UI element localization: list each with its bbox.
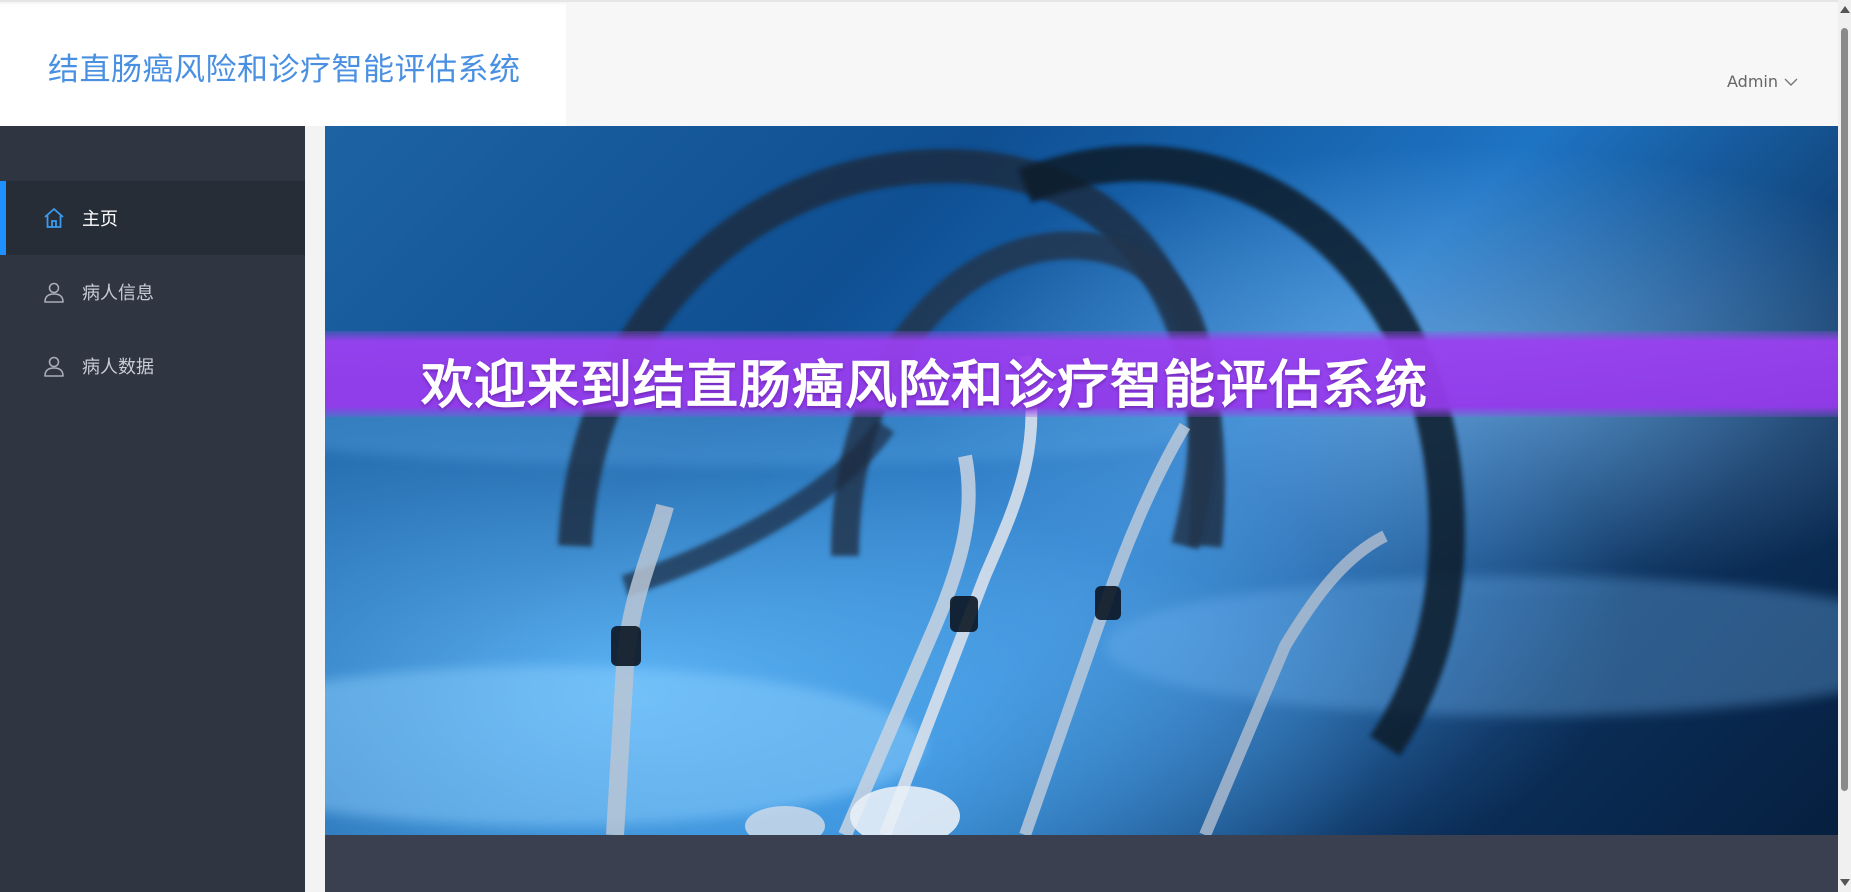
user-name: Admin bbox=[1727, 72, 1778, 91]
sidebar-item-label: 主页 bbox=[82, 209, 118, 230]
sidebar-item-label: 病人数据 bbox=[82, 357, 154, 378]
brand-box: 结直肠癌风险和诊疗智能评估系统 bbox=[0, 4, 566, 126]
user-icon bbox=[42, 280, 66, 304]
user-icon bbox=[42, 354, 66, 378]
vertical-scrollbar[interactable] bbox=[1838, 0, 1851, 892]
scroll-up-arrow-icon[interactable] bbox=[1840, 6, 1850, 13]
sidebar-item-patient-data[interactable]: 病人数据 bbox=[0, 329, 305, 403]
content-gutter bbox=[305, 126, 325, 892]
welcome-banner: 欢迎来到结直肠癌风险和诊疗智能评估系统 bbox=[325, 331, 1841, 417]
app-title: 结直肠癌风险和诊疗智能评估系统 bbox=[48, 52, 521, 88]
user-menu-dropdown[interactable]: Admin bbox=[1727, 72, 1798, 91]
footer-bar bbox=[325, 835, 1841, 892]
top-header: 结直肠癌风险和诊疗智能评估系统 Admin bbox=[0, 0, 1838, 126]
scroll-down-arrow-icon[interactable] bbox=[1840, 879, 1850, 886]
scroll-thumb[interactable] bbox=[1841, 28, 1848, 791]
sidebar-item-label: 病人信息 bbox=[82, 283, 154, 304]
hero-image: 欢迎来到结直肠癌风险和诊疗智能评估系统 bbox=[325, 126, 1841, 835]
sidebar-item-home[interactable]: 主页 bbox=[0, 181, 305, 255]
home-icon bbox=[42, 206, 66, 230]
sidebar: 主页 病人信息 病人数据 bbox=[0, 126, 305, 892]
stethoscope-illustration bbox=[325, 145, 1841, 835]
welcome-text: 欢迎来到结直肠癌风险和诊疗智能评估系统 bbox=[421, 356, 1429, 416]
chevron-down-icon bbox=[1784, 77, 1798, 87]
sidebar-item-patient-info[interactable]: 病人信息 bbox=[0, 255, 305, 329]
app-window: 结直肠癌风险和诊疗智能评估系统 Admin 主页 病人信息 病人数据 欢迎来到结… bbox=[0, 0, 1851, 892]
